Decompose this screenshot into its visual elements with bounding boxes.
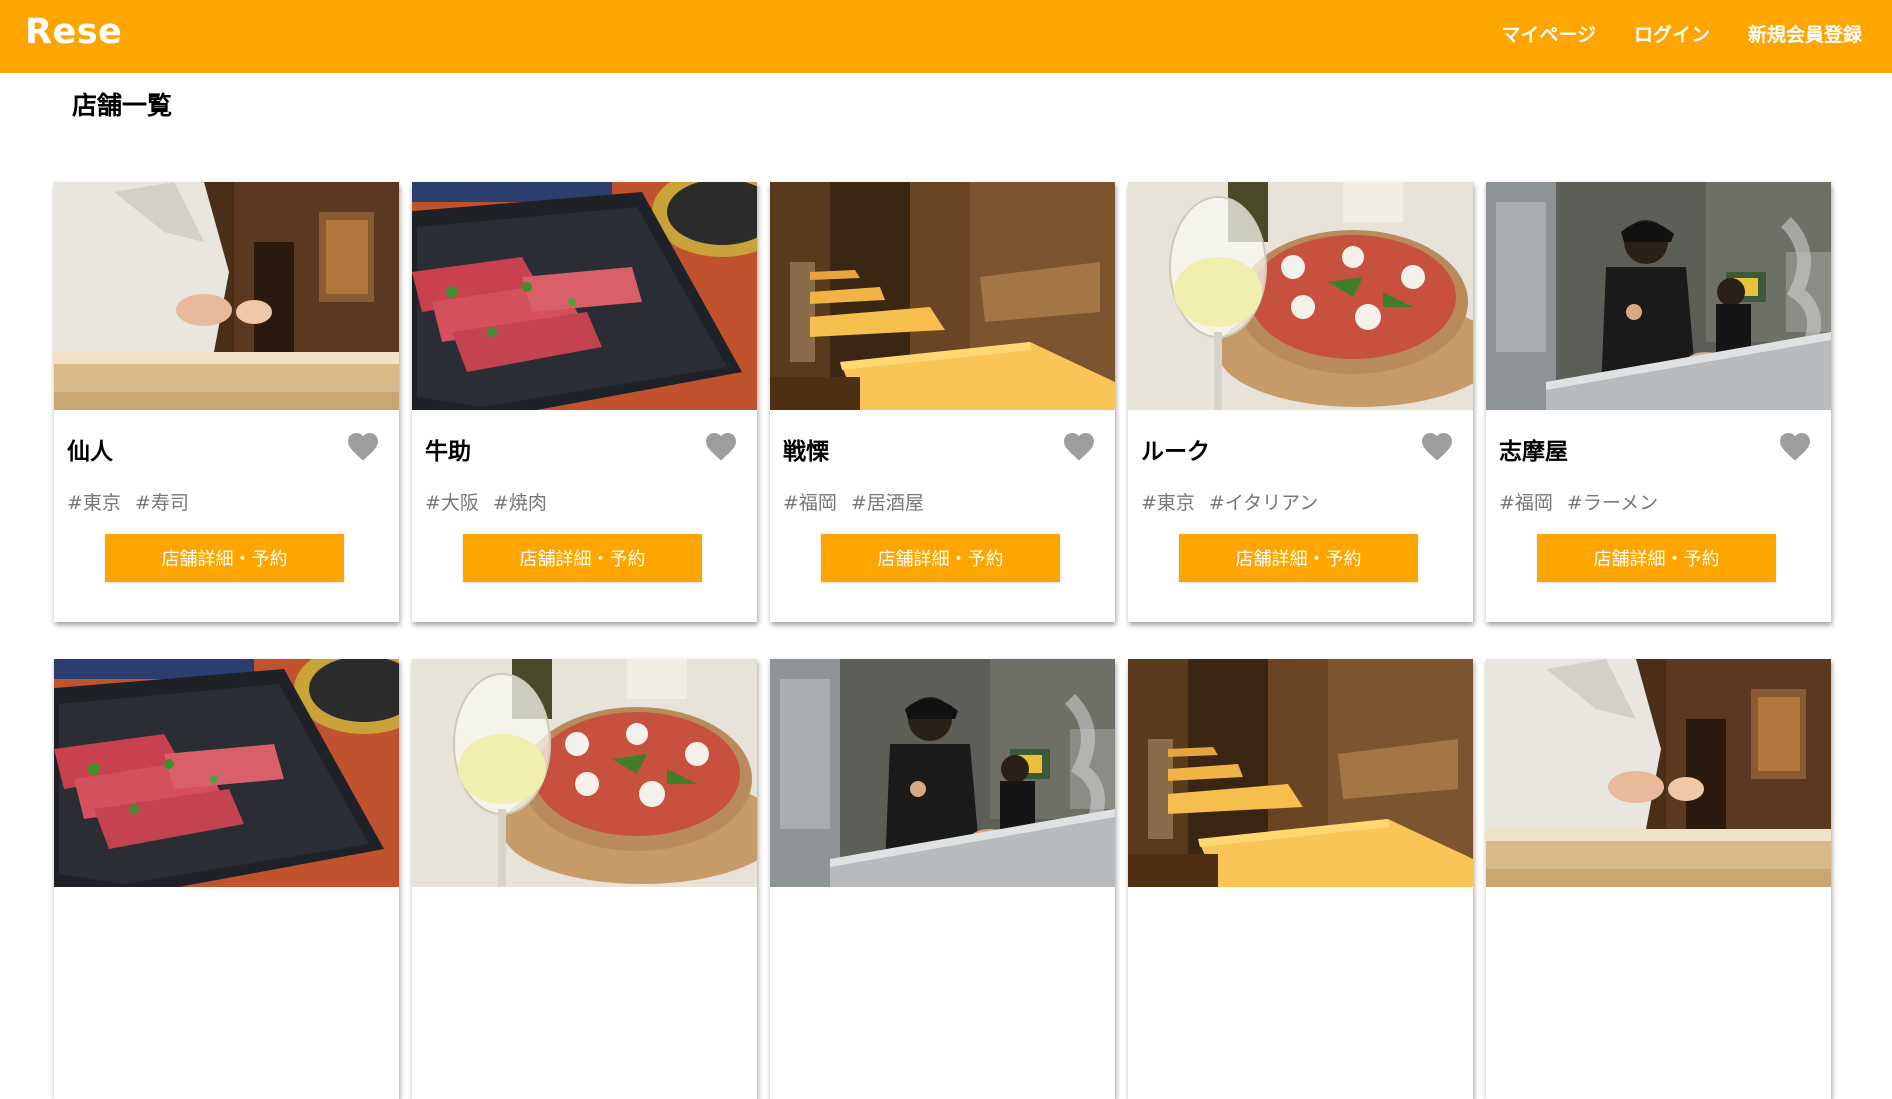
- shop-tags: #大阪 #焼肉: [425, 488, 547, 515]
- shop-detail-button[interactable]: 店舗詳細・予約: [1179, 534, 1418, 582]
- shop-image: [54, 182, 399, 410]
- area-tag: #福岡: [783, 492, 837, 514]
- heart-icon[interactable]: [703, 428, 739, 462]
- shop-detail-button[interactable]: 店舗詳細・予約: [821, 534, 1060, 582]
- shop-image: [1486, 659, 1831, 887]
- shop-tags: #福岡 #ラーメン: [1499, 488, 1658, 515]
- shop-name: 志摩屋: [1499, 439, 1568, 465]
- shop-card: 戦慄 #福岡 #居酒屋店舗詳細・予約: [770, 182, 1115, 622]
- shop-image: [54, 659, 399, 887]
- nav-mypage-link[interactable]: マイページ: [1501, 20, 1596, 47]
- shop-name: ルーク: [1141, 439, 1210, 465]
- header: Rese マイページ ログイン 新規会員登録: [0, 0, 1892, 73]
- shop-tags: #東京 #寿司: [67, 488, 189, 515]
- heart-icon[interactable]: [1777, 428, 1813, 462]
- page-title: 店舗一覧: [72, 91, 173, 120]
- shop-card: 牛助 #大阪 #焼肉店舗詳細・予約: [412, 182, 757, 622]
- shop-image: [770, 659, 1115, 887]
- shop-grid: 仙人 #東京 #寿司 店舗詳細・予約 牛助 #大阪 #焼肉 店舗詳細・予約 戦慄…: [54, 182, 1831, 1099]
- area-tag: #東京: [1141, 492, 1195, 514]
- genre-tag: #居酒屋: [850, 492, 924, 514]
- shop-image: [1128, 659, 1473, 887]
- shop-card: [54, 659, 399, 1099]
- shop-name: 戦慄: [783, 439, 829, 465]
- nav-login-link[interactable]: ログイン: [1634, 20, 1710, 47]
- shop-image: [1128, 182, 1473, 410]
- genre-tag: #イタリアン: [1208, 492, 1319, 514]
- shop-detail-button[interactable]: 店舗詳細・予約: [1537, 534, 1776, 582]
- nav-register-link[interactable]: 新規会員登録: [1748, 20, 1862, 47]
- area-tag: #福岡: [1499, 492, 1553, 514]
- genre-tag: #ラーメン: [1566, 492, 1659, 514]
- shop-card: ルーク #東京 #イタリアン店舗詳細・予約: [1128, 182, 1473, 622]
- heart-icon[interactable]: [1061, 428, 1097, 462]
- shop-image: [412, 659, 757, 887]
- shop-image: [1486, 182, 1831, 410]
- shop-image: [412, 182, 757, 410]
- shop-name: 仙人: [67, 439, 113, 465]
- shop-card: [770, 659, 1115, 1099]
- shop-card: [412, 659, 757, 1099]
- heart-icon[interactable]: [1419, 428, 1455, 462]
- shop-detail-button[interactable]: 店舗詳細・予約: [463, 534, 702, 582]
- genre-tag: #焼肉: [492, 492, 547, 514]
- shop-card: 志摩屋 #福岡 #ラーメン店舗詳細・予約: [1486, 182, 1831, 622]
- shop-detail-button[interactable]: 店舗詳細・予約: [105, 534, 344, 582]
- shop-card: [1128, 659, 1473, 1099]
- shop-tags: #東京 #イタリアン: [1141, 488, 1318, 515]
- shop-tags: #福岡 #居酒屋: [783, 488, 924, 515]
- heart-icon[interactable]: [345, 428, 381, 462]
- genre-tag: #寿司: [134, 492, 189, 514]
- area-tag: #大阪: [425, 492, 479, 514]
- area-tag: #東京: [67, 492, 121, 514]
- shop-card: 仙人 #東京 #寿司店舗詳細・予約: [54, 182, 399, 622]
- shop-card: [1486, 659, 1831, 1099]
- logo[interactable]: Rese: [25, 12, 122, 52]
- header-nav: マイページ ログイン 新規会員登録: [1501, 20, 1862, 47]
- shop-name: 牛助: [425, 439, 471, 465]
- shop-image: [770, 182, 1115, 410]
